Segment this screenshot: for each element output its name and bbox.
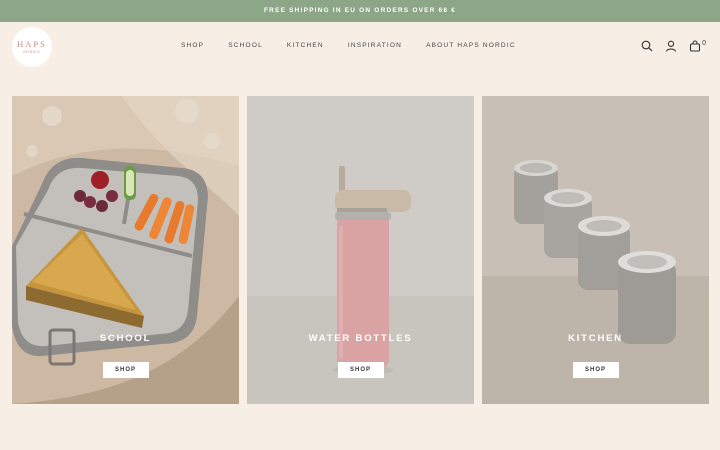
cart-icon (689, 40, 701, 52)
tile-school[interactable]: SCHOOL SHOP (12, 96, 239, 404)
header-icons: 0 (641, 40, 706, 52)
nav-item-shop[interactable]: SHOP (181, 42, 204, 54)
tile-title-school: SCHOOL (99, 333, 152, 344)
announcement-bar: FREE SHIPPING IN EU ON ORDERS OVER 68 € (0, 0, 720, 22)
nav-item-school[interactable]: SCHOOL (228, 42, 263, 54)
cart-button[interactable]: 0 (689, 40, 706, 52)
account-icon[interactable] (665, 40, 677, 52)
shop-button-water-bottles[interactable]: SHOP (337, 362, 384, 378)
tile-water-bottles[interactable]: WATER BOTTLES SHOP (247, 96, 474, 404)
logo-subtitle: NORDIC (23, 49, 41, 54)
tile-title-kitchen: KITCHEN (568, 333, 623, 344)
logo-wordmark: HAPS (17, 39, 47, 50)
shop-button-kitchen[interactable]: SHOP (572, 362, 619, 378)
main-nav: SHOP SCHOOL KITCHEN INSPIRATION ABOUT HA… (181, 42, 516, 54)
nav-item-about[interactable]: ABOUT HAPS NORDIC (426, 42, 516, 54)
school-lunchbox-image (12, 96, 239, 404)
nav-item-kitchen[interactable]: KITCHEN (287, 42, 324, 54)
site-header: HAPS NORDIC SHOP SCHOOL KITCHEN INSPIRAT… (0, 22, 720, 74)
logo[interactable]: HAPS NORDIC (12, 27, 52, 67)
nav-item-inspiration[interactable]: INSPIRATION (348, 42, 402, 54)
shop-button-school[interactable]: SHOP (102, 362, 149, 378)
kitchen-containers-image (482, 96, 709, 404)
tile-kitchen[interactable]: KITCHEN SHOP (482, 96, 709, 404)
cart-count: 0 (702, 40, 706, 47)
category-tiles: SCHOOL SHOP WATER BOTTLES SHOP KITCHEN S… (12, 96, 709, 404)
search-icon[interactable] (641, 40, 653, 52)
water-bottle-image (247, 96, 474, 404)
tile-title-water-bottles: WATER BOTTLES (308, 333, 413, 344)
